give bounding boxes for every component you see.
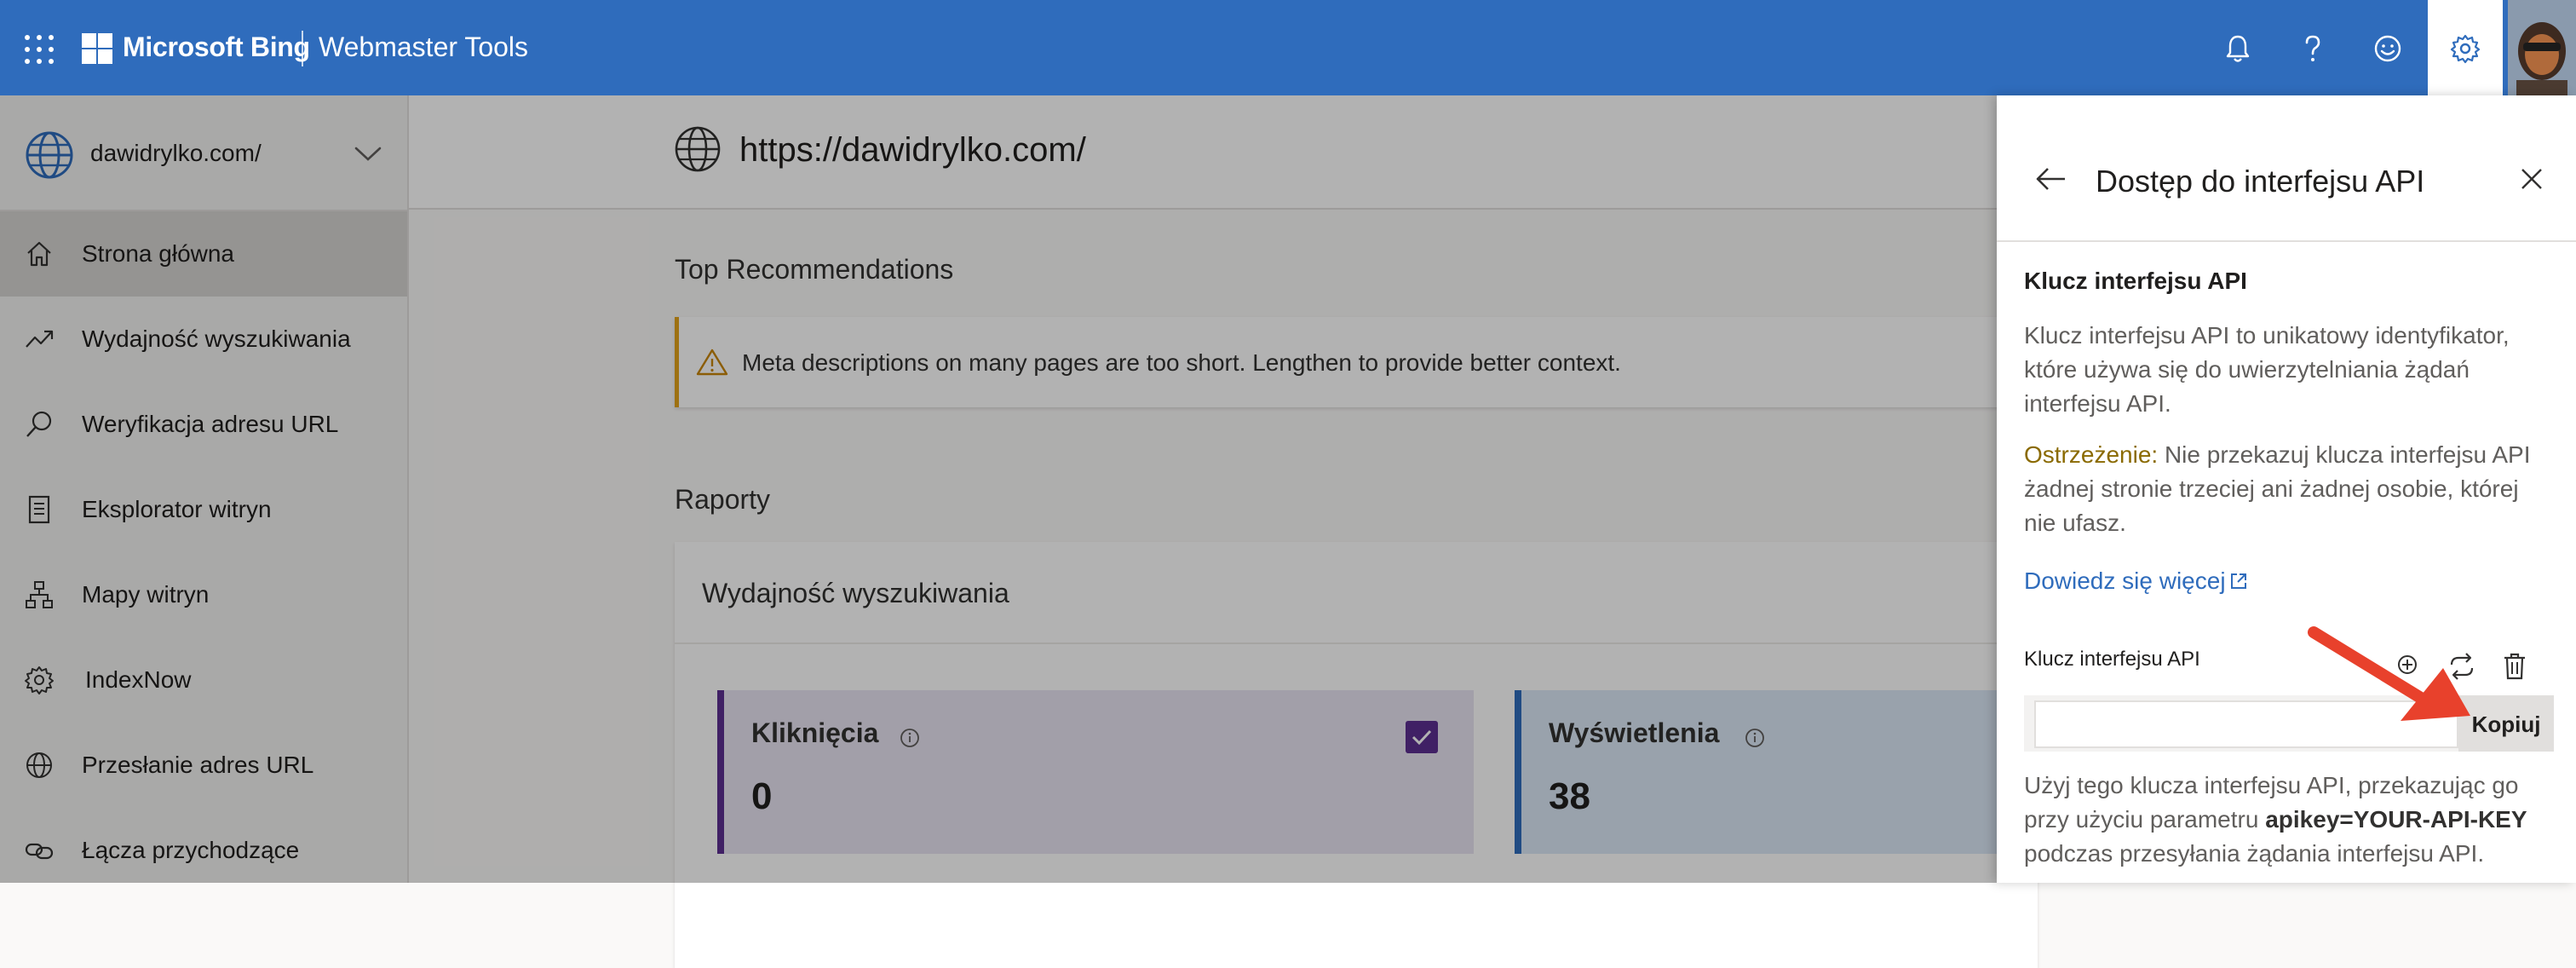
avatar[interactable] xyxy=(2508,0,2576,95)
api-access-panel: Dostęp do interfejsu API Klucz interfejs… xyxy=(1997,95,2576,883)
bell-icon[interactable] xyxy=(2218,29,2257,68)
usage-text-end: podczas przesyłania żądania interfejsu A… xyxy=(2024,840,2485,867)
usage-paragraph: Użyj tego klucza interfejsu API, przekaz… xyxy=(2024,769,2545,871)
brand-divider xyxy=(302,31,303,66)
smiley-icon[interactable] xyxy=(2368,29,2407,68)
usage-param: apikey=YOUR-API-KEY xyxy=(2265,806,2527,833)
avatar-image xyxy=(2508,0,2576,95)
help-icon[interactable] xyxy=(2293,29,2332,68)
api-key-description: Klucz interfejsu API to unikatowy identy… xyxy=(2024,322,2510,417)
warning-label: Ostrzeżenie: xyxy=(2024,441,2159,468)
panel-divider xyxy=(1997,240,2576,242)
modal-overlay[interactable] xyxy=(0,95,1997,883)
api-key-heading: Klucz interfejsu API xyxy=(2024,268,2247,294)
settings-button[interactable] xyxy=(2428,0,2503,95)
app-launcher-icon[interactable] xyxy=(24,34,55,65)
learn-more-text: Dowiedz się więcej xyxy=(2024,568,2226,594)
top-bar: Microsoft Bing Webmaster Tools xyxy=(0,0,2576,95)
api-key-label: Klucz interfejsu API xyxy=(2024,648,2200,671)
panel-title: Dostęp do interfejsu API xyxy=(2096,164,2425,199)
external-link-icon xyxy=(2230,573,2246,589)
gear-icon[interactable] xyxy=(2446,29,2485,68)
warning-paragraph: Ostrzeżenie: Nie przekazuj klucza interf… xyxy=(2024,438,2545,540)
close-icon[interactable] xyxy=(2520,167,2544,191)
product-name[interactable]: Webmaster Tools xyxy=(319,32,528,63)
delete-icon[interactable] xyxy=(2499,651,2530,682)
learn-more-link[interactable]: Dowiedz się więcej xyxy=(2024,568,2248,595)
back-arrow-icon[interactable] xyxy=(2034,165,2068,193)
annotation-arrow-icon xyxy=(2308,626,2470,721)
brand-name[interactable]: Microsoft Bing xyxy=(123,32,310,63)
microsoft-logo-icon xyxy=(82,33,112,64)
